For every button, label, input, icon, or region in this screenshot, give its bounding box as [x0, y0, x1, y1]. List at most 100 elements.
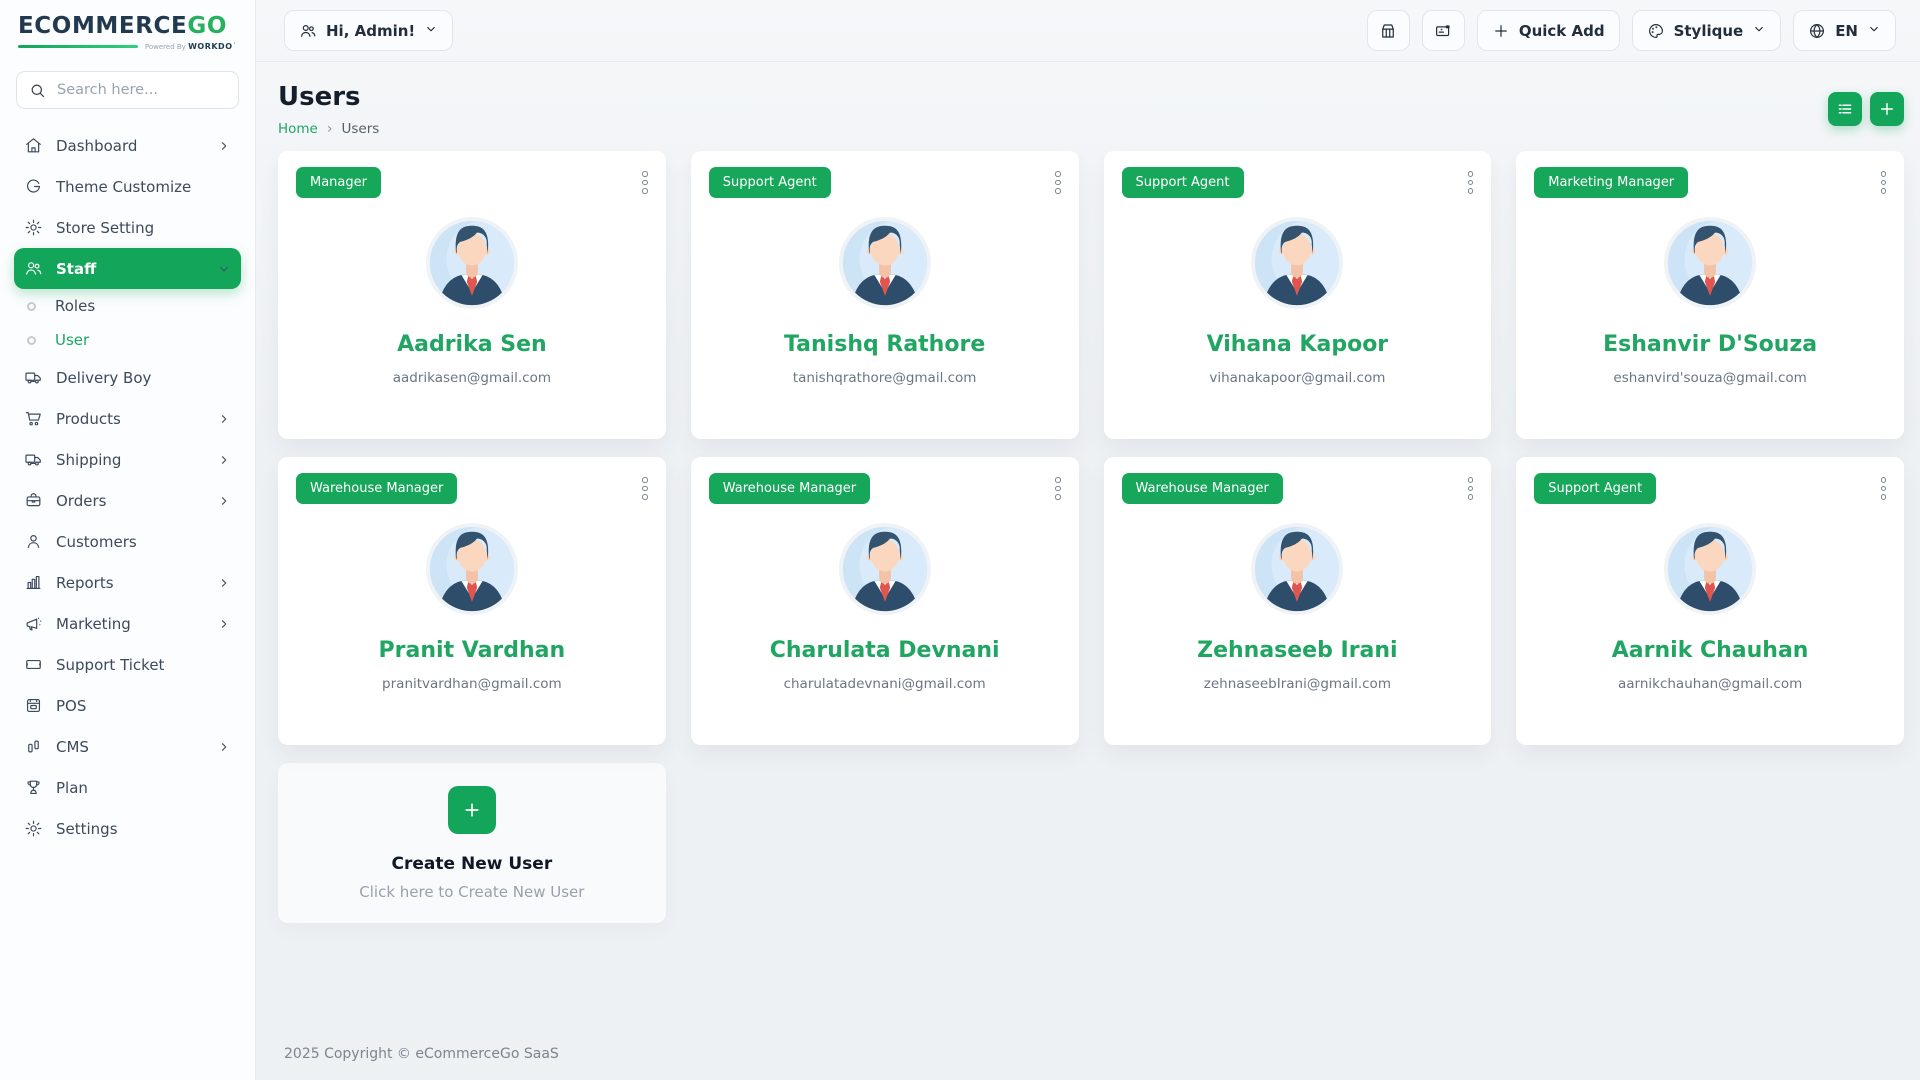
customers-icon: [24, 532, 43, 551]
sidebar-item-delivery-boy[interactable]: Delivery Boy: [14, 357, 241, 398]
breadcrumb-separator: ›: [327, 121, 333, 137]
card-menu-icon[interactable]: [1464, 167, 1478, 198]
powered-by-text: Powered By WORKDO˙: [145, 42, 237, 51]
sidebar-item-settings[interactable]: Settings: [14, 808, 241, 849]
avatar: [423, 214, 521, 312]
theme-select-label: Stylique: [1674, 22, 1744, 40]
sidebar-item-marketing[interactable]: Marketing: [14, 603, 241, 644]
sidebar-item-customers[interactable]: Customers: [14, 521, 241, 562]
app-logo[interactable]: ECOMMERCEGO: [18, 13, 237, 39]
cms-icon: [24, 737, 43, 756]
sidebar-item-cms[interactable]: CMS: [14, 726, 241, 767]
theme-icon: [24, 177, 43, 196]
sidebar-item-pos[interactable]: POS: [14, 685, 241, 726]
chevron-right-icon: [217, 453, 231, 467]
sidebar-item-label: Roles: [55, 297, 95, 315]
user-name[interactable]: Eshanvir D'Souza: [1534, 332, 1886, 357]
user-card: Marketing Manager Eshanvir D'Souza eshan…: [1516, 151, 1904, 439]
sidebar-item-roles[interactable]: Roles: [14, 289, 241, 323]
topbar: Hi, Admin! Quick Add Stylique EN: [256, 0, 1920, 62]
user-name[interactable]: Charulata Devnani: [709, 638, 1061, 663]
avatar: [1248, 214, 1346, 312]
card-menu-icon[interactable]: [1051, 473, 1065, 504]
logo-underline: [18, 45, 138, 48]
user-email: charulatadevnani@gmail.com: [709, 676, 1061, 692]
user-grid: Manager Aadrika Sen aadrikasen@gmail.com…: [278, 151, 1904, 923]
add-user-button[interactable]: [1870, 92, 1904, 126]
sidebar-item-shipping[interactable]: Shipping: [14, 439, 241, 480]
sidebar-item-user[interactable]: User: [14, 323, 241, 357]
page-title: Users: [278, 82, 379, 112]
sidebar-item-dashboard[interactable]: Dashboard: [14, 125, 241, 166]
chevron-right-icon: [217, 740, 231, 754]
user-name[interactable]: Tanishq Rathore: [709, 332, 1061, 357]
search-input[interactable]: [55, 81, 226, 99]
bullet-icon: [27, 302, 36, 311]
card-menu-icon[interactable]: [1051, 167, 1065, 198]
chevron-right-icon: [217, 139, 231, 153]
user-name[interactable]: Zehnaseeb Irani: [1122, 638, 1474, 663]
storefront-button[interactable]: [1367, 10, 1410, 51]
sidebar-item-staff[interactable]: Staff: [14, 248, 241, 289]
sidebar-item-theme-customize[interactable]: Theme Customize: [14, 166, 241, 207]
orders-icon: [24, 491, 43, 510]
role-badge: Support Agent: [1534, 473, 1656, 504]
breadcrumb-home-link[interactable]: Home: [278, 121, 318, 137]
user-name[interactable]: Aarnik Chauhan: [1534, 638, 1886, 663]
card-menu-icon[interactable]: [638, 167, 652, 198]
ticket-icon: [24, 655, 43, 674]
list-view-button[interactable]: [1828, 92, 1862, 126]
sidebar-item-plan[interactable]: Plan: [14, 767, 241, 808]
card-menu-icon[interactable]: [638, 473, 652, 504]
chevron-right-icon: [217, 576, 231, 590]
posts-button[interactable]: [1422, 10, 1465, 51]
card-menu-icon[interactable]: [1464, 473, 1478, 504]
delivery-icon: [24, 368, 43, 387]
admin-menu-button[interactable]: Hi, Admin!: [284, 10, 453, 51]
create-user-subtitle: Click here to Create New User: [359, 883, 584, 901]
user-card: Support Agent Aarnik Chauhan aarnikchauh…: [1516, 457, 1904, 745]
quick-add-button[interactable]: Quick Add: [1477, 10, 1620, 51]
sidebar-item-products[interactable]: Products: [14, 398, 241, 439]
user-name[interactable]: Pranit Vardhan: [296, 638, 648, 663]
create-user-plus-button[interactable]: [448, 786, 496, 834]
sidebar-nav: Dashboard Theme Customize Store SettingSta…: [0, 115, 255, 1080]
chevron-down-icon: [1752, 22, 1766, 40]
products-icon: [24, 409, 43, 428]
sidebar-item-support-ticket[interactable]: Support Ticket: [14, 644, 241, 685]
sidebar-item-label: Theme Customize: [56, 178, 191, 196]
avatar: [1661, 520, 1759, 618]
user-name[interactable]: Aadrika Sen: [296, 332, 648, 357]
sidebar-item-label: POS: [56, 697, 86, 715]
user-name[interactable]: Vihana Kapoor: [1122, 332, 1474, 357]
user-email: vihanakapoor@gmail.com: [1122, 370, 1474, 386]
bullet-icon: [27, 336, 36, 345]
sidebar-item-store-setting[interactable]: Store Setting: [14, 207, 241, 248]
role-badge: Warehouse Manager: [296, 473, 457, 504]
user-email: aadrikasen@gmail.com: [296, 370, 648, 386]
sidebar-item-orders[interactable]: Orders: [14, 480, 241, 521]
avatar: [1248, 520, 1346, 618]
plus-icon: [462, 800, 482, 820]
sidebar-item-reports[interactable]: Reports: [14, 562, 241, 603]
sidebar-item-label: Products: [56, 410, 121, 428]
language-select-button[interactable]: EN: [1793, 10, 1896, 51]
sidebar: ECOMMERCEGO Powered By WORKDO˙ Dashboard…: [0, 0, 256, 1080]
admin-greeting: Hi, Admin!: [326, 22, 415, 40]
chevron-down-icon: [1867, 22, 1881, 40]
sidebar-item-label: User: [55, 331, 89, 349]
sidebar-item-label: Support Ticket: [56, 656, 164, 674]
avatar: [1661, 214, 1759, 312]
card-menu-icon[interactable]: [1877, 167, 1891, 198]
avatar: [836, 214, 934, 312]
sidebar-item-label: Reports: [56, 574, 114, 592]
sidebar-item-label: Dashboard: [56, 137, 137, 155]
page-content: Users Home › Users Manager: [256, 62, 1920, 1080]
theme-select-button[interactable]: Stylique: [1632, 10, 1782, 51]
pos-icon: [24, 696, 43, 715]
card-menu-icon[interactable]: [1877, 473, 1891, 504]
store-setting-icon: [24, 218, 43, 237]
create-user-card[interactable]: Create New User Click here to Create New…: [278, 763, 666, 923]
user-email: aarnikchauhan@gmail.com: [1534, 676, 1886, 692]
role-badge: Support Agent: [1122, 167, 1244, 198]
